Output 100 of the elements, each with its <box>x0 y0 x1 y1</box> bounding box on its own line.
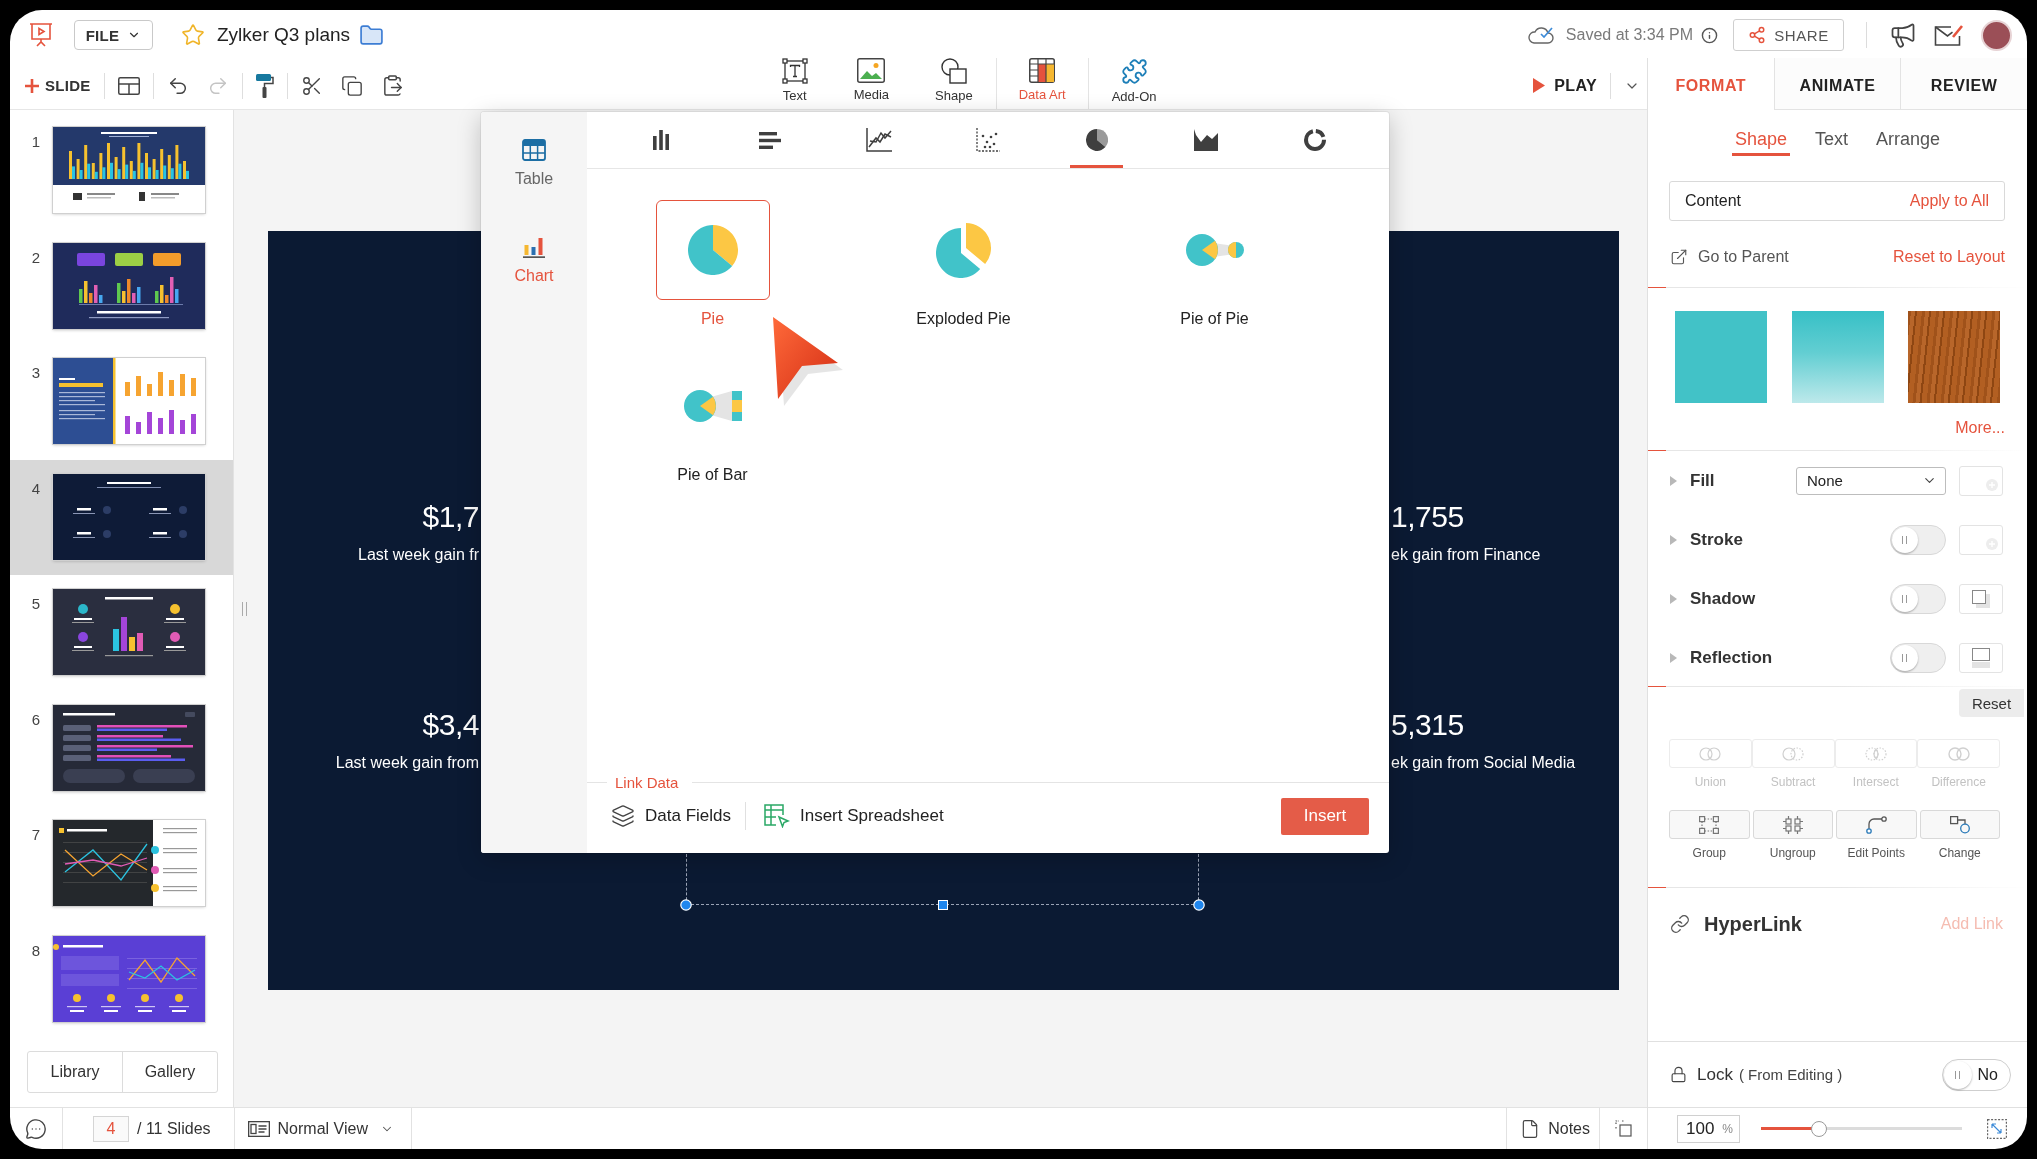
insert-button[interactable]: Insert <box>1281 797 1369 835</box>
scissors-icon[interactable] <box>300 74 323 97</box>
insert-tool[interactable]: Shape <box>912 58 996 109</box>
slide-list-item[interactable]: 6 <box>10 690 233 806</box>
play-button[interactable]: PLAY <box>1533 76 1597 95</box>
slide-list-item[interactable]: 2 <box>10 228 233 344</box>
toggle-switch[interactable] <box>1890 583 1946 614</box>
bar-chart-icon <box>523 236 545 258</box>
copy-icon[interactable] <box>340 74 363 97</box>
chart-option[interactable]: Pie of Pie <box>1157 200 1272 329</box>
slide-thumbnail[interactable] <box>53 358 205 444</box>
fill-preset-swatch[interactable] <box>1675 311 1767 403</box>
subtab[interactable]: Text <box>1812 128 1851 156</box>
union-icon <box>1699 746 1722 761</box>
chart-option[interactable]: Pie of Bar <box>655 356 770 485</box>
shadow-style-button[interactable] <box>1959 583 2003 614</box>
resize-handle[interactable] <box>1193 899 1205 911</box>
toggle-switch[interactable] <box>1890 524 1946 555</box>
layout-icon[interactable] <box>117 76 140 95</box>
megaphone-icon[interactable] <box>1889 21 1917 49</box>
info-icon[interactable] <box>1701 26 1718 44</box>
reset-button[interactable]: Reset <box>1959 689 2024 717</box>
slide-list-item[interactable]: 8 <box>10 921 233 1037</box>
column-chart-icon <box>652 130 669 150</box>
select-area-icon[interactable] <box>1615 1120 1632 1137</box>
panel-tab[interactable]: REVIEW <box>1900 58 2027 110</box>
slide-thumbnail[interactable] <box>53 242 205 329</box>
color-picker-button[interactable] <box>1959 524 2003 555</box>
link-icon <box>1670 914 1690 934</box>
apply-to-all-link[interactable]: Apply to All <box>1909 192 1989 210</box>
slide-thumbnail[interactable] <box>53 704 205 791</box>
app-logo-icon[interactable] <box>29 23 53 47</box>
chat-icon[interactable] <box>25 1117 47 1140</box>
sidebar-link[interactable]: Library <box>28 1052 122 1092</box>
reflection-style-button[interactable] <box>1959 642 2003 673</box>
fill-preset-swatch[interactable] <box>1908 311 2000 403</box>
insert-tool[interactable]: Add-On <box>1088 58 1180 109</box>
panel-tab[interactable]: ANIMATE <box>1773 58 1901 110</box>
data-fields-option[interactable]: Data Fields <box>611 804 731 828</box>
slide-number: 8 <box>30 941 42 959</box>
property-label: Shadow <box>1690 588 1756 609</box>
subtab[interactable]: Arrange <box>1873 128 1944 156</box>
insert-tool[interactable]: Data Art <box>995 58 1089 109</box>
slide-list-item[interactable]: 4 <box>10 459 233 575</box>
group-icon <box>1699 815 1720 834</box>
category-tab[interactable]: Chart <box>514 236 554 286</box>
image-icon <box>857 58 886 83</box>
share-button[interactable]: SHARE <box>1733 19 1844 51</box>
slide-number-field[interactable]: 4 <box>93 1115 129 1142</box>
sidebar-link[interactable]: Gallery <box>122 1052 217 1092</box>
slider-thumb[interactable] <box>1811 1120 1828 1137</box>
fill-dropdown[interactable]: None <box>1796 466 1946 495</box>
text-box-icon <box>781 58 808 84</box>
selection-frame[interactable] <box>680 854 1205 911</box>
slide-thumbnail[interactable] <box>53 473 205 560</box>
folder-icon[interactable] <box>359 22 385 48</box>
notes-toggle[interactable]: Notes <box>1520 1118 1590 1139</box>
resize-handle[interactable] <box>937 900 948 910</box>
lock-note: ( From Editing ) <box>1738 1066 1843 1083</box>
insert-tool[interactable]: Media <box>830 58 913 109</box>
lock-toggle[interactable]: No <box>1942 1058 2011 1091</box>
resize-handle[interactable] <box>680 899 692 911</box>
pointer-icon <box>772 316 844 408</box>
document-title[interactable]: Zylker Q3 plans <box>217 24 351 46</box>
splitter-handle[interactable] <box>242 602 247 616</box>
insert-tool[interactable]: Text <box>758 58 831 109</box>
avatar[interactable] <box>1981 19 2012 51</box>
paint-roller-icon[interactable] <box>255 73 274 98</box>
slide-thumbnail[interactable] <box>53 127 205 213</box>
slide-list-item[interactable]: 3 <box>10 344 233 460</box>
slide-thumbnail[interactable] <box>53 820 205 906</box>
file-menu-button[interactable]: FILE <box>74 20 153 50</box>
new-slide-button[interactable]: SLIDE <box>25 77 91 94</box>
go-to-parent-link[interactable]: Go to Parent <box>1670 248 1789 266</box>
layers-icon <box>611 804 635 828</box>
fit-to-screen-icon[interactable] <box>1987 1118 2007 1139</box>
slide-list-item[interactable]: 5 <box>10 575 233 691</box>
zoom-field[interactable]: 100 % <box>1677 1114 1740 1143</box>
star-icon[interactable] <box>181 23 205 47</box>
insert-spreadsheet-option[interactable]: Insert Spreadsheet <box>764 804 944 828</box>
view-mode-menu[interactable]: Normal View <box>247 1119 394 1138</box>
subtab[interactable]: Shape <box>1731 128 1790 156</box>
more-link[interactable]: More... <box>1955 419 2005 437</box>
normal-view-icon <box>247 1120 270 1137</box>
save-status: Saved at 3:34 PM <box>1565 26 1693 44</box>
chart-option[interactable]: Exploded Pie <box>906 200 1021 329</box>
slide-thumbnail[interactable] <box>53 589 205 675</box>
color-picker-button[interactable] <box>1959 465 2003 496</box>
toggle-switch[interactable] <box>1890 642 1946 673</box>
reset-to-layout-link[interactable]: Reset to Layout <box>1892 248 2005 266</box>
slide-list-item[interactable]: 1 <box>10 113 233 229</box>
stat-caption: Last week gain fr <box>358 545 479 565</box>
category-tab[interactable]: Table <box>514 139 554 189</box>
fill-preset-swatch[interactable] <box>1791 311 1884 403</box>
slide-list-item[interactable]: 7 <box>10 806 233 922</box>
slide-thumbnail[interactable] <box>53 935 205 1022</box>
pie-of-pie-icon <box>1184 233 1245 267</box>
pie-chart-icon <box>687 225 738 275</box>
property-label: Stroke <box>1690 529 1743 550</box>
envelope-icon[interactable] <box>1934 23 1964 47</box>
